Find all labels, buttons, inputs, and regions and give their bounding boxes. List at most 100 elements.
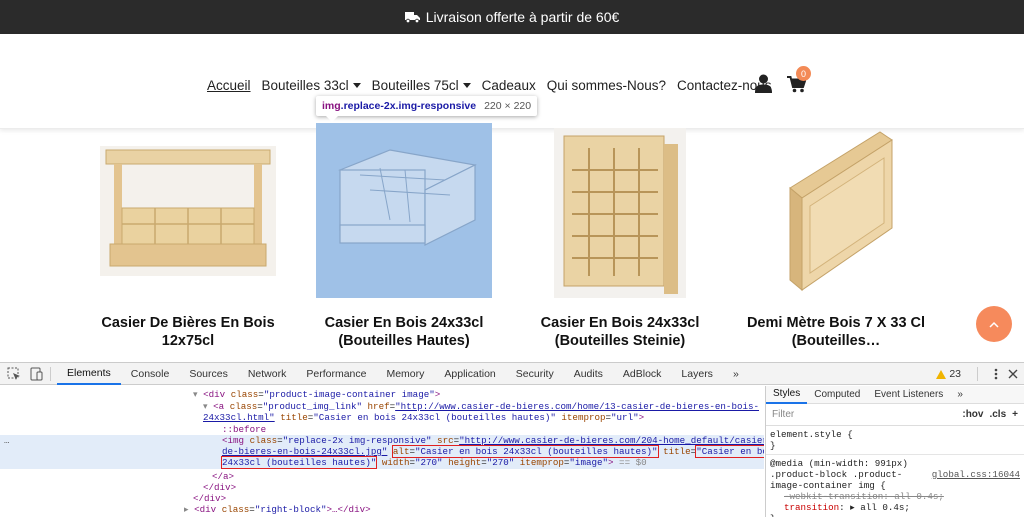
styles-filter-bar: Filter :hov .cls + — [766, 404, 1024, 426]
tab-application[interactable]: Application — [434, 363, 505, 385]
tab-audits[interactable]: Audits — [564, 363, 613, 385]
tab-adblock[interactable]: AdBlock — [613, 363, 672, 385]
code-token: "product_img_link" — [262, 401, 363, 412]
code-token: > — [434, 389, 441, 400]
tab-computed[interactable]: Computed — [807, 386, 867, 404]
css-property-overridden[interactable]: -webkit-transition: all 0.4s; — [770, 491, 1020, 502]
chevron-down-icon — [462, 83, 471, 88]
product-title[interactable]: Casier De Bières En Bois 12x75cl — [83, 314, 293, 350]
code-link[interactable]: "http://www.casier-de-bieres.com/204-hom… — [459, 435, 764, 446]
user-icon[interactable] — [755, 74, 772, 93]
dom-node-line[interactable]: </div> — [0, 493, 764, 504]
dom-node-line[interactable]: ::before — [0, 424, 764, 435]
more-panes-button[interactable]: » — [950, 386, 970, 404]
tab-elements[interactable]: Elements — [57, 363, 121, 385]
product-image-demi-metre-bois[interactable] — [770, 128, 900, 296]
code-token: "image" — [569, 457, 609, 468]
nav-item-qui-sommes-nous[interactable]: Qui sommes-Nous? — [547, 78, 666, 93]
devtools-right-controls: 23 — [936, 363, 1018, 385]
tab-event-listeners[interactable]: Event Listeners — [867, 386, 950, 404]
code-token: itemprop — [514, 457, 564, 468]
node-actions-icon[interactable]: … — [4, 435, 10, 446]
warning-icon — [936, 369, 947, 379]
product-title-line: Demi Mètre Bois 7 X 33 Cl — [746, 315, 926, 331]
toolbar-divider — [50, 366, 51, 381]
dom-node-line[interactable]: </div> — [0, 482, 764, 493]
element-style-rule[interactable]: element.style { } — [766, 426, 1024, 455]
product-title[interactable]: Casier En Bois 24x33cl (Bouteilles Stein… — [515, 314, 725, 350]
hover-state-toggle[interactable]: :hov — [962, 409, 983, 420]
class-toggle[interactable]: .cls — [989, 409, 1006, 420]
dom-node-line[interactable]: 24x33cl.html" title="Casier en bois 24x3… — [0, 412, 764, 423]
nav-item-label: Bouteilles 33cl — [261, 78, 349, 93]
warnings-counter[interactable]: 23 — [936, 368, 961, 380]
product-image-casier-24x33cl-steinie[interactable] — [554, 128, 686, 298]
rule-selector: image-container img { — [770, 480, 886, 491]
product-image-casier-24x33cl-hautes[interactable] — [330, 140, 480, 260]
rule-brace: } — [770, 513, 1020, 517]
code-token: alt — [392, 446, 410, 457]
tab-console[interactable]: Console — [121, 363, 180, 385]
dom-node-line[interactable]: ▾ <div class="product-image-container im… — [0, 389, 764, 400]
dom-node-line[interactable]: ▸ <div class="right-block">…</div> — [0, 504, 764, 515]
code-token: "270" — [486, 457, 515, 468]
product-title[interactable]: Casier En Bois 24x33cl (Bouteilles Haute… — [299, 314, 509, 350]
close-icon[interactable] — [1008, 369, 1018, 379]
product-title-line: Casier En Bois 24x33cl — [540, 315, 700, 331]
css-rule[interactable]: @media (min-width: 991px) .product-block… — [766, 455, 1024, 517]
product-image-casier-12x75cl[interactable] — [100, 146, 276, 276]
code-token: > — [638, 412, 645, 423]
code-token: "product-image-container image" — [263, 389, 435, 400]
new-rule-button[interactable]: + — [1012, 409, 1018, 420]
tab-performance[interactable]: Performance — [296, 363, 376, 385]
code-token: "Casier en bois 24x33cl (bouteilles haut… — [313, 412, 556, 423]
styles-filter-input[interactable]: Filter — [772, 409, 794, 420]
device-toolbar-icon[interactable] — [28, 366, 44, 382]
code-token: itemprop — [555, 412, 606, 423]
tab-sources[interactable]: Sources — [179, 363, 238, 385]
media-query: @media (min-width: 991px) — [770, 458, 908, 469]
nav-item-accueil[interactable]: Accueil — [207, 78, 251, 93]
css-property-name: transition — [784, 502, 840, 513]
code-token: </a> — [212, 471, 235, 482]
tooltip-dimensions: 220 × 220 — [484, 100, 532, 112]
css-property[interactable]: transition: ▸ all 0.4s; — [770, 502, 1020, 513]
tooltip-tag: img — [322, 100, 341, 112]
tab-security[interactable]: Security — [506, 363, 564, 385]
more-tabs-button[interactable]: » — [723, 363, 749, 385]
styles-tabbar: Styles Computed Event Listeners » — [766, 386, 1024, 404]
code-token: </div> — [193, 493, 227, 504]
expand-triangle-icon[interactable]: ▸ — [184, 504, 189, 515]
nav-item-bouteilles-75cl[interactable]: Bouteilles 75cl — [372, 78, 471, 93]
tab-styles[interactable]: Styles — [766, 386, 808, 404]
tab-network[interactable]: Network — [238, 363, 297, 385]
nav-item-cadeaux[interactable]: Cadeaux — [482, 78, 536, 93]
main-nav: Accueil Bouteilles 33cl Bouteilles 75cl … — [207, 78, 772, 93]
product-title[interactable]: Demi Mètre Bois 7 X 33 Cl (Bouteilles… — [731, 314, 941, 350]
code-token: class — [229, 401, 258, 412]
code-token: title — [657, 446, 691, 457]
elements-dom-tree[interactable]: ▾ <div class="product-image-container im… — [0, 386, 764, 517]
alt-attribute-highlight: alt="Casier en bois 24x33cl (bouteilles … — [391, 445, 659, 458]
code-link[interactable]: "http://www.casier-de-bieres.com/home/13… — [395, 401, 759, 412]
tooltip-class: .replace-2x.img-responsive — [340, 100, 477, 112]
more-options-icon[interactable] — [994, 368, 998, 380]
expand-triangle-icon[interactable]: ▾ — [193, 389, 198, 400]
expand-triangle-icon[interactable]: ▾ — [203, 401, 208, 412]
inspect-element-icon[interactable] — [6, 366, 22, 382]
tab-layers[interactable]: Layers — [671, 363, 723, 385]
warnings-count: 23 — [949, 368, 961, 380]
code-token: class — [249, 435, 278, 446]
code-token: >…</div> — [326, 504, 371, 515]
dom-node-line[interactable]: </a> — [0, 471, 764, 482]
code-link[interactable]: 24x33cl.html" — [203, 412, 275, 423]
code-link[interactable]: de-bieres-en-bois-24x33cl.jpg" — [222, 446, 387, 457]
code-token: width — [376, 457, 410, 468]
toolbar-divider — [977, 367, 978, 381]
nav-item-bouteilles-33cl[interactable]: Bouteilles 33cl — [262, 78, 361, 93]
dom-node-line[interactable]: ▾ <a class="product_img_link" href="http… — [0, 401, 764, 412]
dom-node-selected[interactable]: … <img class="replace-2x img-responsive"… — [0, 435, 764, 469]
tab-memory[interactable]: Memory — [376, 363, 434, 385]
scroll-to-top-button[interactable] — [976, 306, 1012, 342]
stylesheet-source-link[interactable]: global.css:16044 — [932, 469, 1020, 480]
